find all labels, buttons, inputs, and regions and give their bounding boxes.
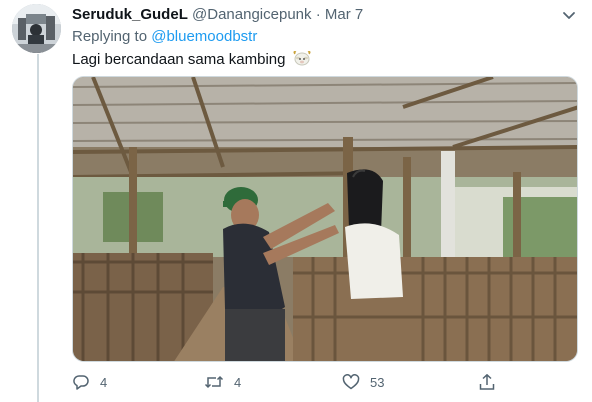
tweet-text-body: Lagi bercandaan sama kambing — [72, 50, 286, 68]
reply-button[interactable]: 4 — [72, 370, 107, 394]
display-name[interactable]: Seruduk_GudeL — [72, 6, 188, 23]
reply-count: 4 — [100, 374, 108, 390]
tweet-header: Seruduk_GudeL @Danangicepunk · Mar 7 — [72, 6, 572, 26]
tweet-actions: 4 4 53 — [72, 370, 502, 394]
reply-icon — [73, 375, 89, 390]
replying-prefix: Replying to — [72, 28, 148, 45]
like-count: 53 — [370, 374, 385, 390]
like-button[interactable]: 53 — [342, 370, 384, 394]
thread-line — [37, 54, 39, 402]
goat-pen-photo — [73, 77, 577, 361]
retweet-count: 4 — [234, 374, 242, 390]
retweet-button[interactable]: 4 — [204, 370, 241, 394]
avatar-image — [12, 4, 61, 53]
tweet-text: Lagi bercandaan sama kambing — [72, 50, 312, 70]
tweet-photo[interactable] — [72, 76, 578, 362]
separator-dot: · — [315, 6, 321, 23]
chevron-down-icon — [563, 12, 575, 19]
mention-link[interactable]: @bluemoodbstr — [151, 28, 257, 45]
tweet-date[interactable]: Mar 7 — [325, 6, 363, 23]
retweet-icon — [204, 375, 224, 389]
user-handle[interactable]: @Danangicepunk — [192, 6, 311, 23]
heart-icon — [342, 374, 360, 390]
replying-to: Replying to @bluemoodbstr — [72, 28, 257, 45]
more-options-button[interactable] — [560, 6, 578, 24]
share-icon — [479, 374, 495, 390]
avatar[interactable] — [12, 4, 61, 53]
share-button[interactable] — [478, 370, 496, 394]
goat-face-icon — [292, 50, 312, 70]
